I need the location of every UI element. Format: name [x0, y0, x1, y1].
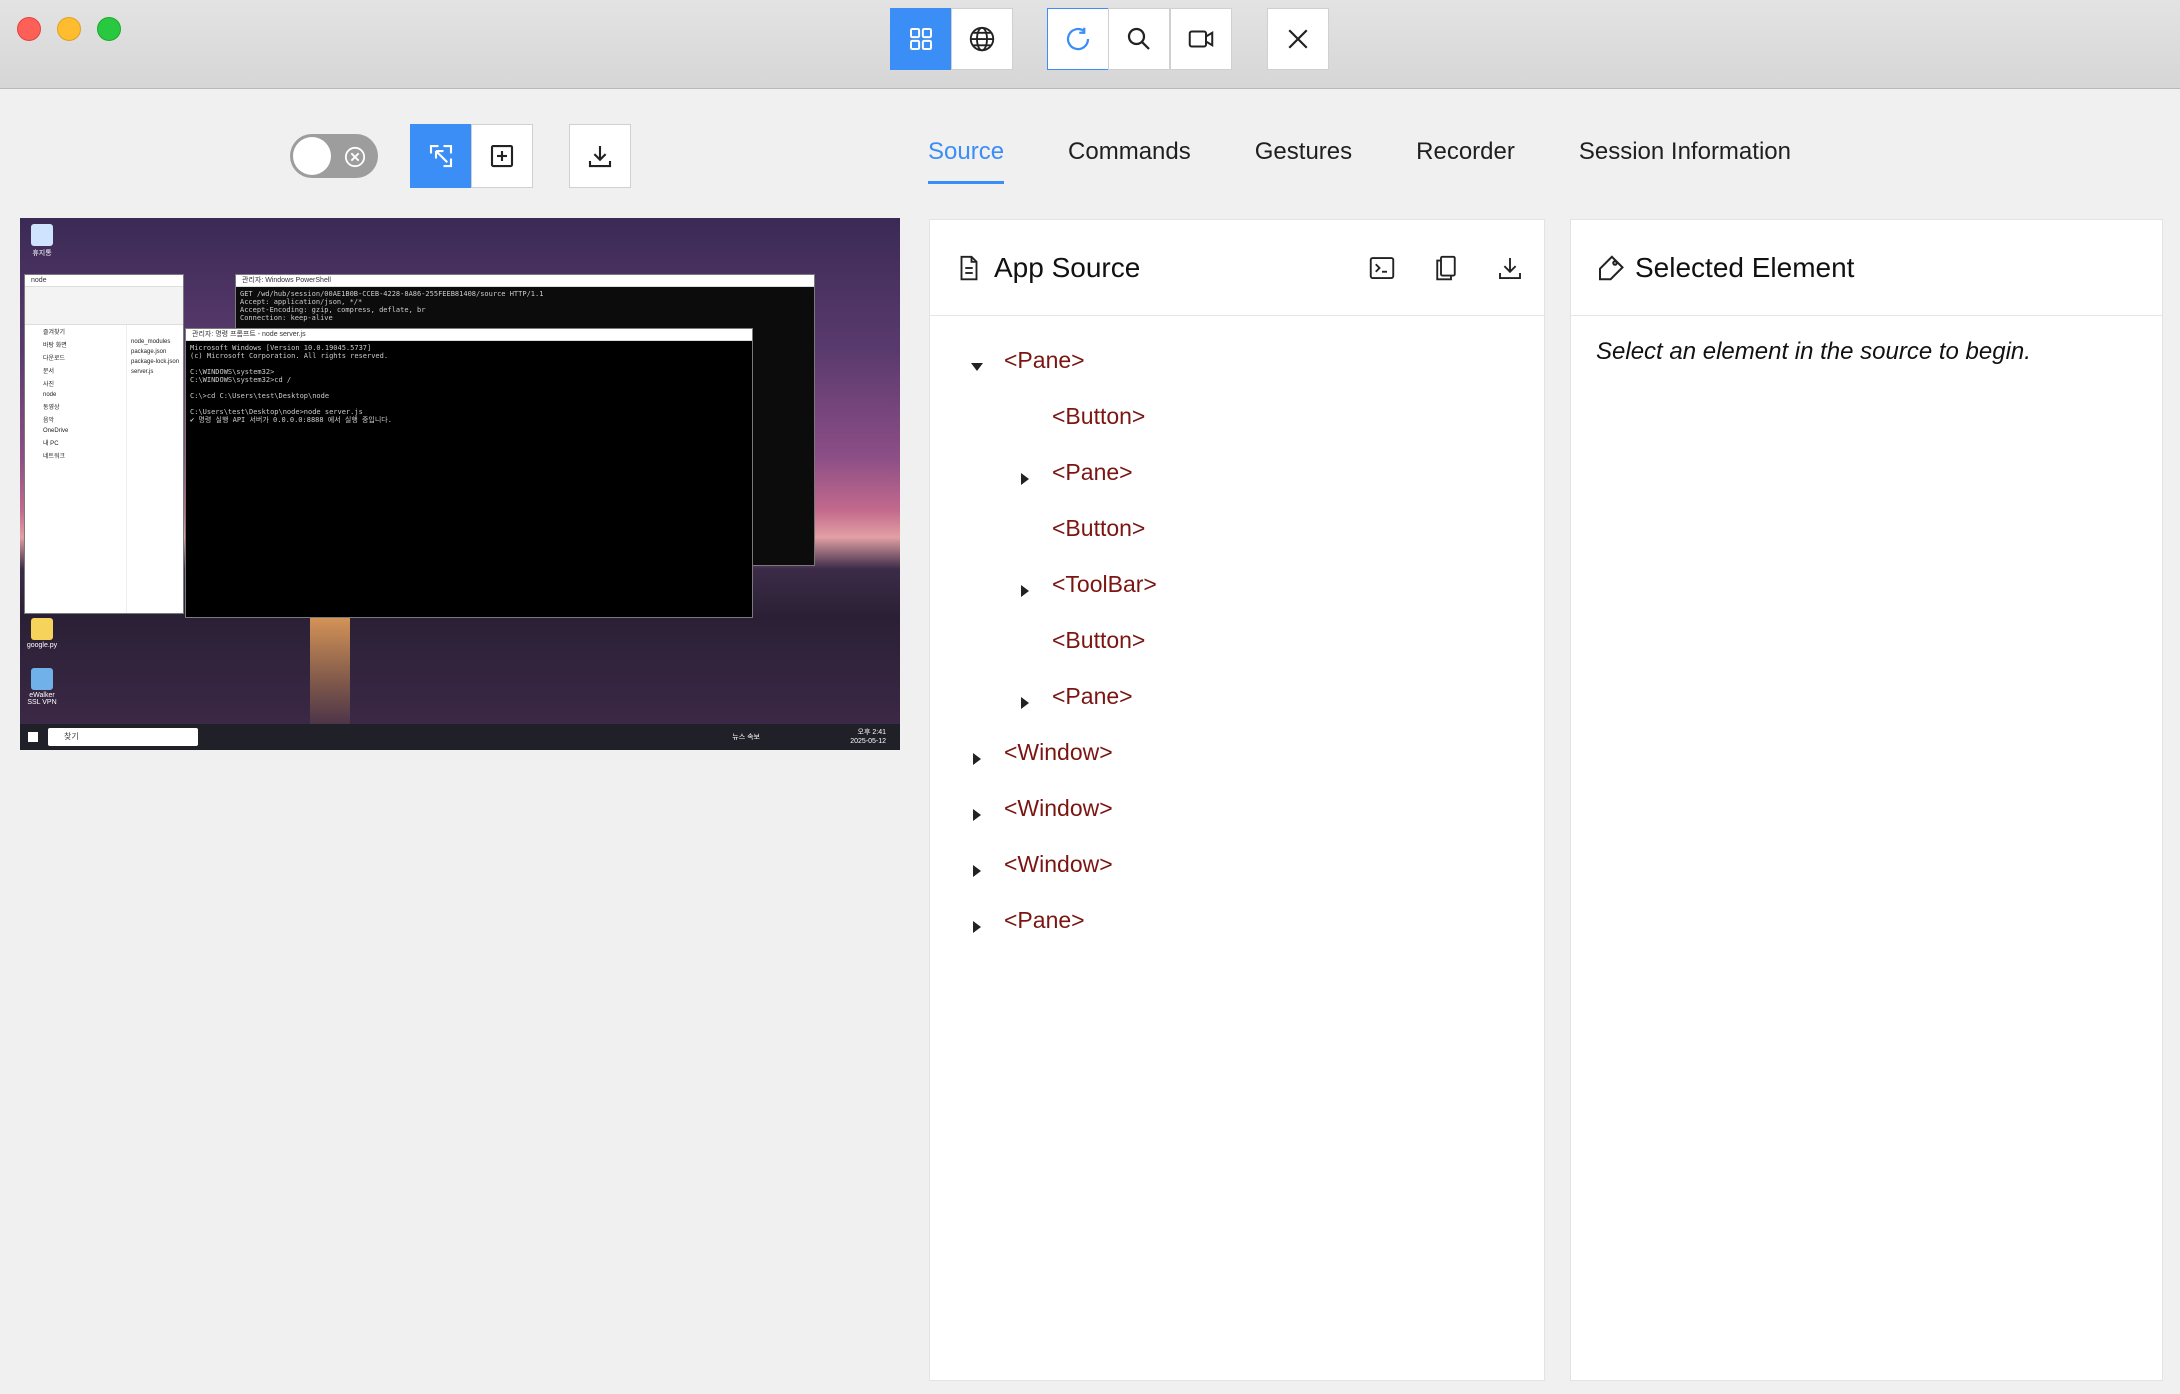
tree-node[interactable]: <Button> — [1018, 508, 1145, 548]
toggle-switch[interactable] — [290, 134, 378, 178]
inspector-tabs: Source Commands Gestures Recorder Sessio… — [928, 132, 1855, 184]
cmd-output: Microsoft Windows [Version 10.0.19045.57… — [190, 344, 392, 424]
command-prompt-window: 관리자: 명령 프롬프트 - node server.js Microsoft … — [185, 328, 753, 618]
refresh-button[interactable] — [1047, 8, 1109, 70]
show-attributes-button[interactable] — [1362, 248, 1402, 288]
caret-right-icon[interactable] — [1018, 465, 1032, 485]
powershell-output: GET /wd/hub/session/00AE1B0B-CCEB-4228-8… — [240, 290, 544, 322]
download-source-button[interactable] — [1490, 248, 1530, 288]
minimize-window-button[interactable] — [57, 17, 81, 41]
select-elements-button[interactable] — [410, 124, 472, 188]
tree-node[interactable]: <Button> — [1018, 620, 1145, 660]
video-icon — [1188, 30, 1214, 48]
caret-right-icon[interactable] — [1018, 577, 1032, 597]
explorer-file-list: node_modules package.json package-lock.j… — [131, 339, 180, 375]
grid-icon — [910, 28, 932, 50]
tray-news: 뉴스 속보 — [732, 734, 760, 741]
close-circle-icon — [344, 146, 366, 168]
cmd-title: 관리자: 명령 프롬프트 - node server.js — [186, 329, 752, 341]
tree-node-label: <Pane> — [1052, 682, 1133, 709]
device-screenshot[interactable]: 휴지통 google.py eWalker SSL VPN node 즐겨찾기 … — [20, 218, 900, 750]
caret-placeholder — [1018, 409, 1032, 423]
title-bar — [0, 0, 2180, 89]
tree-node[interactable]: <Pane> — [1018, 676, 1133, 716]
tree-node[interactable]: <ToolBar> — [1018, 564, 1157, 604]
tree-node-label: <Window> — [1004, 794, 1113, 821]
tree-node-label: <ToolBar> — [1052, 570, 1157, 597]
globe-icon — [969, 26, 995, 52]
copy-xml-button[interactable] — [1426, 248, 1466, 288]
tag-icon — [1599, 254, 1624, 280]
select-element-icon — [429, 144, 453, 168]
web-mode-button[interactable] — [951, 8, 1013, 70]
caret-right-icon[interactable] — [970, 913, 984, 933]
desktop-icon-recycle-bin: 휴지통 — [22, 224, 62, 258]
tray-clock: 오후 2:41 2025-05-12 — [850, 729, 886, 745]
caret-right-icon[interactable] — [970, 745, 984, 765]
tree-node[interactable]: <Window> — [970, 732, 1113, 772]
tab-recorder[interactable]: Recorder — [1416, 132, 1515, 184]
download-icon — [588, 146, 612, 168]
tree-node-label: <Button> — [1052, 626, 1146, 653]
search-button[interactable] — [1108, 8, 1170, 70]
tree-node-label: <Button> — [1052, 514, 1146, 541]
tree-node[interactable]: <Pane> — [970, 900, 1085, 940]
app-source-panel: App Source <Pane> <Button> <Pane> <Button> <… — [929, 219, 1545, 1381]
tree-node-label: <Pane> — [1052, 458, 1133, 485]
app-source-title: App Source — [994, 251, 1141, 283]
refresh-icon — [1066, 27, 1090, 51]
sunset-reflection — [310, 618, 350, 738]
tab-session-information[interactable]: Session Information — [1579, 132, 1791, 184]
quit-session-button[interactable] — [1267, 8, 1329, 70]
native-mode-button[interactable] — [890, 8, 952, 70]
selected-element-hint: Select an element in the source to begin… — [1596, 338, 2031, 365]
windows-start-icon — [28, 732, 38, 742]
tree-node-label: <Button> — [1052, 402, 1146, 429]
close-window-button[interactable] — [17, 17, 41, 41]
close-icon — [1288, 29, 1308, 49]
desktop-icon-vpn: eWalker SSL VPN — [22, 668, 62, 706]
selected-element-panel: Selected Element Select an element in th… — [1570, 219, 2163, 1381]
caret-right-icon[interactable] — [970, 857, 984, 877]
caret-right-icon[interactable] — [1018, 689, 1032, 709]
tab-gestures[interactable]: Gestures — [1255, 132, 1352, 184]
selected-element-title: Selected Element — [1635, 251, 1855, 283]
tap-coordinates-button[interactable] — [471, 124, 533, 188]
copy-icon — [1436, 255, 1456, 281]
tree-node-label: <Pane> — [1004, 346, 1085, 373]
explorer-sidebar: 즐겨찾기 바탕 화면 다운로드 문서 사진 node 동영상 음악 OneDri… — [25, 325, 127, 613]
download-icon — [1499, 258, 1521, 279]
caret-placeholder — [1018, 633, 1032, 647]
tree-node-label: <Window> — [1004, 850, 1113, 877]
tree-node[interactable]: <Window> — [970, 788, 1113, 828]
terminal-icon — [1369, 257, 1395, 279]
record-button[interactable] — [1170, 8, 1232, 70]
file-explorer-window: node 즐겨찾기 바탕 화면 다운로드 문서 사진 node 동영상 음악 O… — [24, 274, 184, 614]
desktop-icon-google-py: google.py — [22, 618, 62, 649]
tab-commands[interactable]: Commands — [1068, 132, 1191, 184]
tree-node[interactable]: <Window> — [970, 844, 1113, 884]
download-screenshot-button[interactable] — [569, 124, 631, 188]
maximize-window-button[interactable] — [97, 17, 121, 41]
plus-square-icon — [490, 144, 514, 168]
tree-node-label: <Window> — [1004, 738, 1113, 765]
search-icon — [1127, 27, 1150, 50]
tab-source[interactable]: Source — [928, 132, 1005, 184]
taskbar-search: 찾기 — [48, 728, 198, 746]
explorer-title: node — [25, 275, 183, 287]
tree-node[interactable]: <Button> — [1018, 396, 1145, 436]
toggle-knob — [293, 137, 331, 175]
file-icon — [960, 255, 978, 280]
selected-element-header: Selected Element — [1571, 220, 2162, 316]
caret-placeholder — [1018, 521, 1032, 535]
tree-node-label: <Pane> — [1004, 906, 1085, 933]
powershell-title: 관리자: Windows PowerShell — [236, 275, 814, 287]
tree-node[interactable]: <Pane> — [1018, 452, 1133, 492]
caret-down-icon[interactable] — [970, 353, 984, 371]
windows-taskbar: 찾기 뉴스 속보 오후 2:41 2025-05-12 — [20, 724, 900, 750]
tree-node[interactable]: <Pane> — [970, 340, 1085, 380]
app-source-header: App Source — [930, 220, 1544, 316]
caret-right-icon[interactable] — [970, 801, 984, 821]
